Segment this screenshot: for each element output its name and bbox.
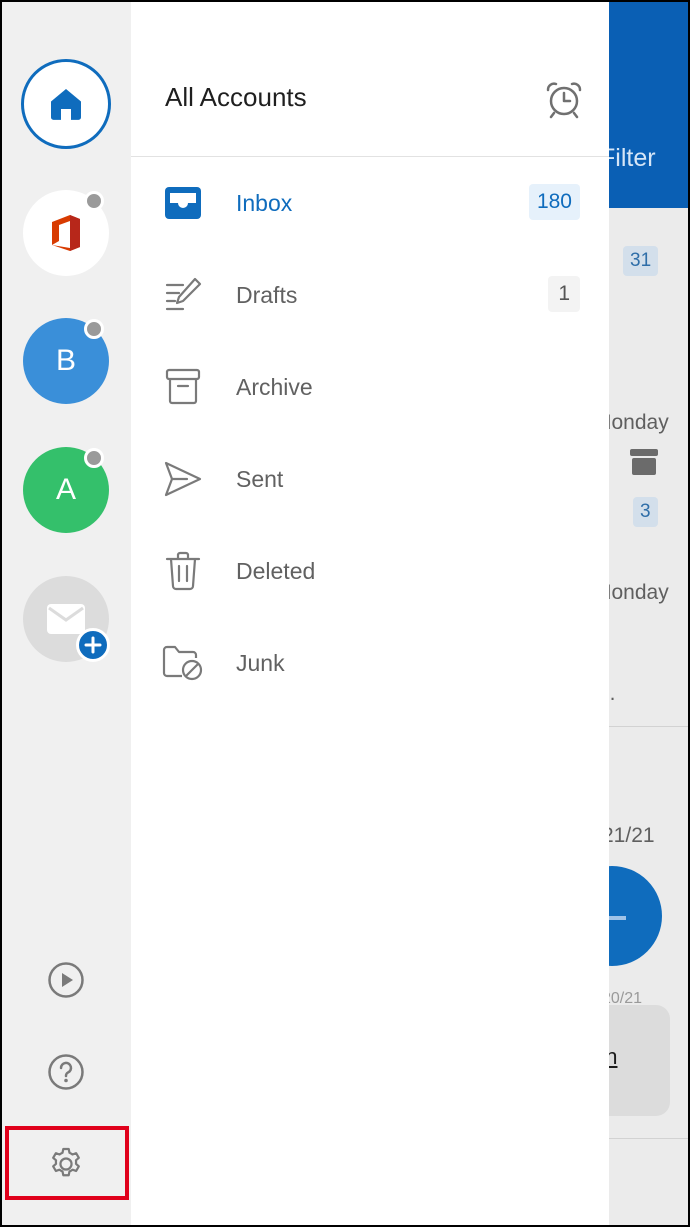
folder-inbox[interactable]: Inbox 180 [131,158,609,250]
inbox-icon [162,182,204,224]
play-button[interactable] [46,960,86,1000]
office-logo-icon [52,215,80,251]
folder-label: Deleted [236,558,316,584]
settings-highlight-box [5,1126,129,1200]
app-frame: Filter 31 Monday 3 Monday r ... 21/21 20… [0,0,690,1227]
help-icon [48,1054,84,1090]
sent-icon [162,458,204,500]
mail-icon [47,604,85,634]
background-date: 21/21 [602,824,655,847]
play-icon [48,962,84,998]
account-rail: B A [2,2,131,1225]
panel-title: All Accounts [165,82,307,112]
background-unread-badge: 3 [633,497,658,527]
folder-sent[interactable]: Sent [131,434,609,526]
home-icon [51,89,81,120]
help-button[interactable] [46,1052,86,1092]
unread-count-badge: 180 [528,184,580,220]
folder-archive[interactable]: Archive [131,342,609,434]
all-accounts-home-button[interactable] [21,59,111,149]
status-dot [84,319,104,339]
background-unread-badge: 31 [623,246,659,276]
folder-label: Sent [236,466,284,492]
folder-label: Inbox [236,190,293,216]
folder-label: Archive [236,374,313,400]
status-dot [84,191,104,211]
archive-icon [162,366,204,408]
folder-panel: All Accounts Inbox 180 Drafts 1 Archive … [131,2,609,1225]
background-archive-icon [630,449,658,475]
folder-deleted[interactable]: Deleted [131,526,609,618]
add-plus-icon [76,628,110,662]
folder-drafts[interactable]: Drafts 1 [131,250,609,342]
do-not-disturb-button[interactable] [544,80,584,120]
status-dot [84,448,104,468]
draft-count-badge: 1 [548,276,580,312]
junk-icon [162,642,204,684]
folder-label: Junk [236,650,285,676]
panel-divider [131,156,609,157]
alarm-clock-icon [546,82,582,119]
folder-junk[interactable]: Junk [131,618,609,710]
drafts-icon [162,274,204,316]
folder-label: Drafts [236,282,298,308]
trash-icon [162,550,204,592]
